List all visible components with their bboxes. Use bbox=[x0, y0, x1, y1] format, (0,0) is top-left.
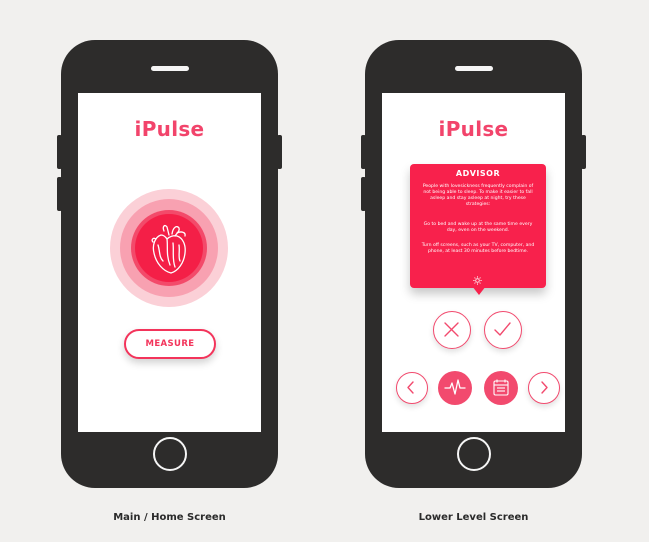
power-button bbox=[277, 135, 282, 169]
advisor-popup: ADVISOR People with lovesickness frequen… bbox=[410, 164, 546, 295]
app-title: iPulse bbox=[134, 117, 205, 141]
accept-button[interactable] bbox=[484, 311, 522, 349]
advisor-paragraph: Go to bed and wake up at the same time e… bbox=[423, 222, 533, 233]
advisor-paragraph: Turn off screens, such as your TV, compu… bbox=[421, 243, 535, 254]
heartbeat-icon bbox=[444, 379, 466, 395]
caption-lower-level: Lower Level Screen bbox=[418, 512, 529, 523]
dismiss-button[interactable] bbox=[433, 311, 471, 349]
lower-level-screen: iPulse ADVISOR People with lovesickness … bbox=[382, 93, 565, 432]
volume-button bbox=[361, 135, 366, 169]
close-icon bbox=[444, 322, 459, 337]
phone-speaker bbox=[454, 66, 493, 71]
phone-home: iPulse MEASURE bbox=[57, 40, 282, 488]
volume-button bbox=[57, 177, 62, 211]
advisor-title: ADVISOR bbox=[455, 169, 501, 178]
calendar-tab-button[interactable] bbox=[484, 371, 518, 405]
chevron-right-icon bbox=[541, 381, 548, 394]
volume-button bbox=[57, 135, 62, 169]
chevron-left-icon bbox=[407, 381, 414, 394]
advisor-paragraph: People with lovesickness frequently comp… bbox=[422, 184, 534, 207]
check-icon bbox=[494, 322, 511, 336]
measure-button[interactable]: MEASURE bbox=[124, 329, 216, 359]
home-button[interactable] bbox=[456, 437, 491, 471]
app-title: iPulse bbox=[438, 117, 509, 141]
heart-anatomical-icon bbox=[151, 224, 186, 274]
prev-button[interactable] bbox=[396, 372, 428, 404]
caption-home: Main / Home Screen bbox=[113, 512, 226, 523]
phone-speaker bbox=[150, 66, 189, 71]
home-screen: iPulse MEASURE bbox=[78, 93, 261, 432]
phone-lower-level: iPulse ADVISOR People with lovesickness … bbox=[361, 40, 586, 488]
calendar-icon bbox=[493, 379, 509, 396]
pulse-tab-button[interactable] bbox=[438, 371, 472, 405]
next-button[interactable] bbox=[528, 372, 560, 404]
power-button bbox=[581, 135, 586, 169]
sun-icon bbox=[473, 276, 482, 285]
advisor-pointer bbox=[472, 286, 486, 295]
home-button[interactable] bbox=[152, 437, 187, 471]
volume-button bbox=[361, 177, 366, 211]
